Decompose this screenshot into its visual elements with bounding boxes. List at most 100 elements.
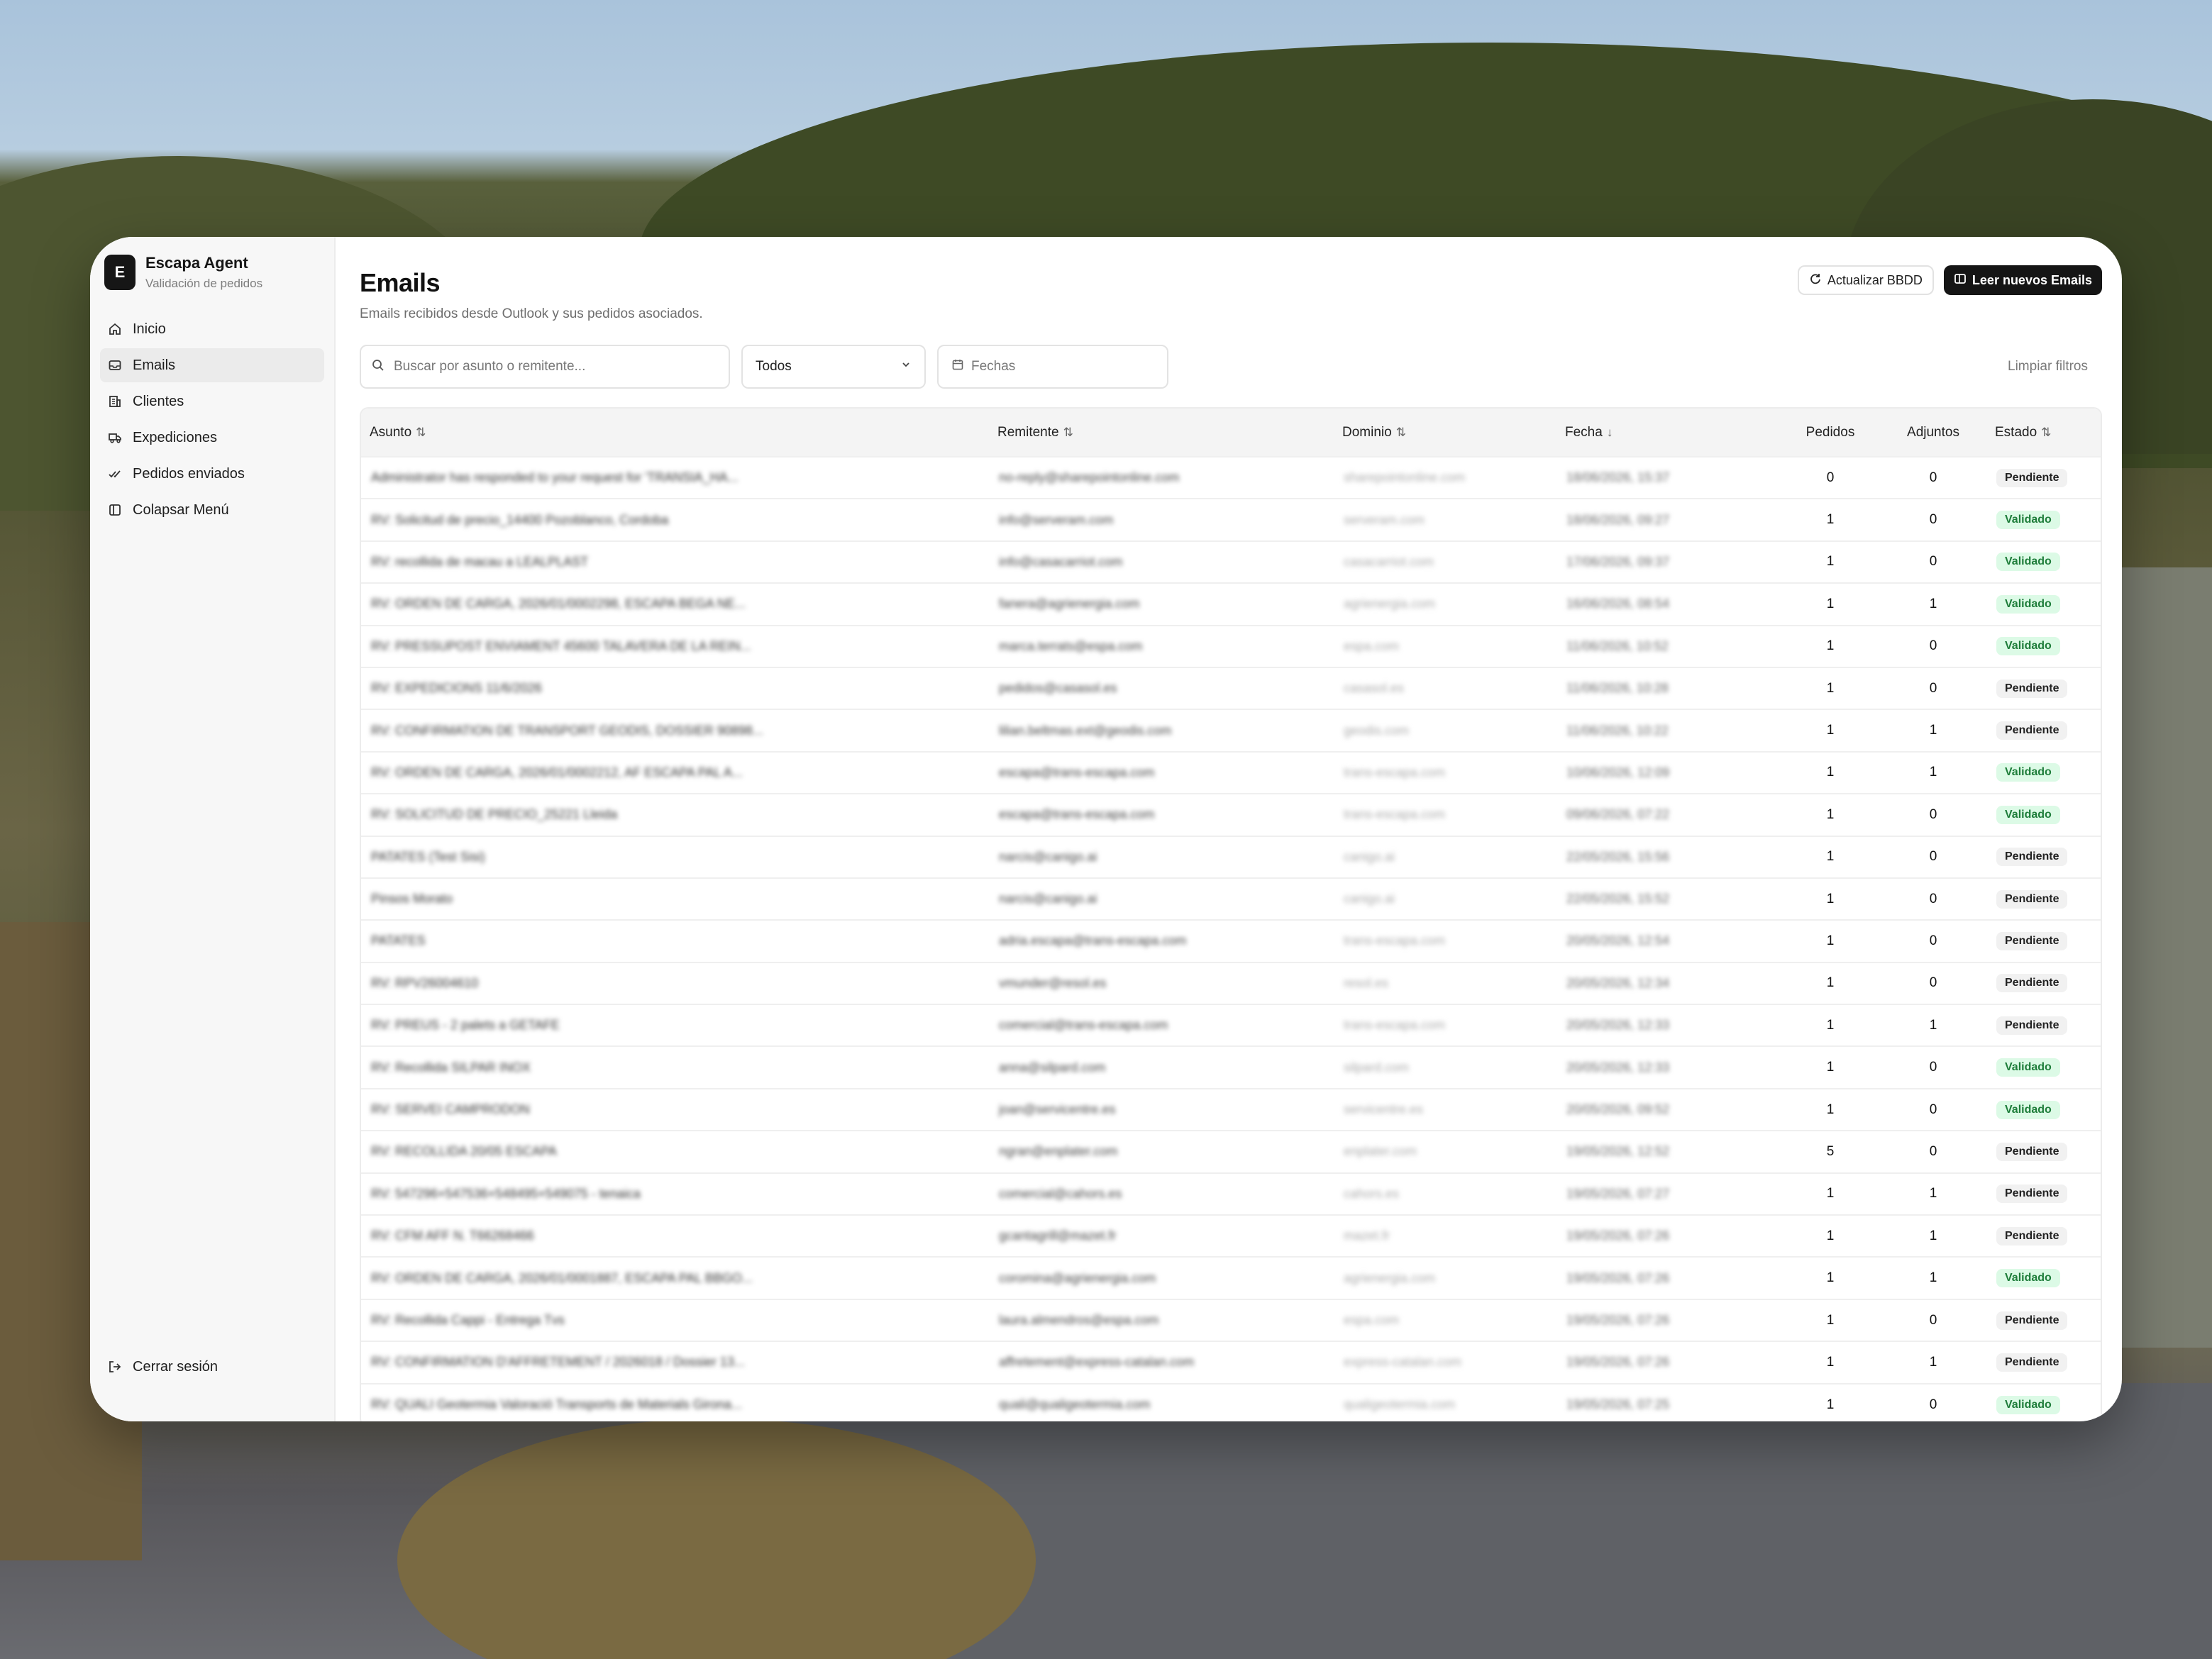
table-row[interactable]: RV: Recollida SILPAR INOX anna@silpard.co… <box>361 1046 2101 1088</box>
cell-asunto: Pinsos Morato <box>371 892 453 906</box>
table-row[interactable]: RV: Solicitud de precio_14400 Pozoblanco… <box>361 499 2101 540</box>
cell-dominio: express-catalan.com <box>1344 1355 1462 1370</box>
table-row[interactable]: Pinsos Morato narcis@canigo.ai canigo.ai 22… <box>361 877 2101 920</box>
read-new-emails-button[interactable]: Leer nuevos Emails <box>1943 265 2102 295</box>
refresh-db-button[interactable]: Actualizar BBDD <box>1797 265 1934 295</box>
cell-fecha: 19/05/2026, 07:26 <box>1566 1228 1670 1243</box>
sidebar-item-emails[interactable]: Emails <box>100 348 324 382</box>
cell-dominio: casacarriot.com <box>1344 554 1434 569</box>
table-row[interactable]: PATATES adria.escapa@trans-escapa.com tran… <box>361 920 2101 962</box>
date-range-placeholder: Fechas <box>971 359 1016 374</box>
column-header-asunto[interactable]: Asunto ⇅ <box>361 409 989 457</box>
cell-remitente: vmunder@resol.es <box>999 975 1107 990</box>
cell-estado: Validado <box>1986 1257 2101 1299</box>
cell-remitente: info@casacarriot.com <box>999 554 1123 569</box>
status-badge: Pendiente <box>1996 679 2068 698</box>
cell-fecha: 22/05/2026, 15:56 <box>1566 849 1670 864</box>
sidebar-item-inicio[interactable]: Inicio <box>100 312 324 346</box>
column-header-remitente[interactable]: Remitente ⇅ <box>989 409 1334 457</box>
table-row[interactable]: RV: Recollida Cappi - Entrega Tvs laura.a… <box>361 1299 2101 1341</box>
cell-dominio: trans-escapa.com <box>1344 933 1446 948</box>
table-row[interactable]: PATATES (Test Sisi) narcis@canigo.ai canig… <box>361 836 2101 878</box>
column-header-dominio[interactable]: Dominio ⇅ <box>1334 409 1556 457</box>
sidebar-item-pedidos-enviados[interactable]: Pedidos enviados <box>100 457 324 491</box>
cell-fecha: 18/06/2026, 09:27 <box>1566 512 1670 527</box>
table-row[interactable]: RV: 547296+547536+548495+549075 - tenaic… <box>361 1172 2101 1215</box>
table-row[interactable]: RV: QUALI Geotermia Valoració Transports… <box>361 1383 2101 1421</box>
table-row[interactable]: RV: recollida de macau a LEALPLAST info@c… <box>361 540 2101 583</box>
cell-asunto: RV: Recollida Cappi - Entrega Tvs <box>371 1313 565 1327</box>
status-badge: Validado <box>1996 637 2060 656</box>
cell-fecha: 19/05/2026, 07:25 <box>1566 1397 1670 1412</box>
cell-dominio: espa.com <box>1344 1313 1400 1327</box>
table-row[interactable]: RV: CONFIRMATION DE TRANSPORT GEODIS, DO… <box>361 709 2101 751</box>
cell-pedidos: 1 <box>1826 1102 1835 1117</box>
cell-dominio: agrienergia.com <box>1344 1270 1436 1285</box>
cell-fecha: 19/05/2026, 12:52 <box>1566 1144 1670 1159</box>
cell-estado: Validado <box>1986 626 2101 667</box>
status-badge: Validado <box>1996 805 2060 824</box>
cell-fecha: 19/05/2026, 07:26 <box>1566 1313 1670 1327</box>
cell-estado: Pendiente <box>1986 1215 2101 1257</box>
cell-remitente: affretement@express-catalan.com <box>999 1355 1195 1370</box>
column-header-estado[interactable]: Estado ⇅ <box>1986 409 2101 457</box>
sort-icon: ⇅ <box>1395 425 1406 439</box>
cell-adjuntos: 1 <box>1929 1228 1937 1243</box>
cell-adjuntos: 1 <box>1929 765 1937 780</box>
cell-pedidos: 1 <box>1826 596 1835 611</box>
sidebar-item-clientes[interactable]: Clientes <box>100 384 324 418</box>
sidebar-item-colapsar-menu[interactable]: Colapsar Menú <box>100 493 324 527</box>
table-row[interactable]: RV: CONFIRMATION D'AFFRETEMENT / 2026018… <box>361 1341 2101 1383</box>
table-row[interactable]: RV: ORDEN DE CARGA, 2026/01/0002298, ESC… <box>361 583 2101 625</box>
cell-estado: Validado <box>1986 794 2101 836</box>
cell-fecha: 20/05/2026, 12:33 <box>1566 1018 1670 1033</box>
brand: E Escapa Agent Validación de pedidos <box>100 254 324 291</box>
cell-fecha: 18/06/2026, 15:37 <box>1566 470 1670 485</box>
cell-fecha: 19/05/2026, 07:27 <box>1566 1186 1670 1201</box>
status-select[interactable]: Todos <box>741 345 926 389</box>
search-input[interactable] <box>394 359 719 374</box>
sidebar-item-label: Pedidos enviados <box>133 465 245 482</box>
table-row[interactable]: RV: SERVEI CAMPRODON joan@servicentre.es s… <box>361 1088 2101 1131</box>
table-row[interactable]: RV: SOLICITUD DE PRECIO_25221 Lleida esca… <box>361 794 2101 836</box>
truck-icon <box>107 430 123 445</box>
status-badge: Validado <box>1996 1100 2060 1119</box>
table-row[interactable]: RV: ORDEN DE CARGA, 2026/01/0001887, ESC… <box>361 1257 2101 1299</box>
status-select-value: Todos <box>756 359 792 374</box>
cell-estado: Validado <box>1986 1089 2101 1131</box>
sidebar-item-expediciones[interactable]: Expediciones <box>100 421 324 455</box>
cell-adjuntos: 1 <box>1929 1270 1937 1286</box>
cell-remitente: gcantagrill@mazet.fr <box>999 1228 1117 1243</box>
sidebar: E Escapa Agent Validación de pedidos Ini… <box>90 237 336 1421</box>
table-row[interactable]: RV: CFM AFF N. T66268466 gcantagrill@maze… <box>361 1215 2101 1257</box>
status-badge: Pendiente <box>1996 721 2068 740</box>
table-row[interactable]: RV: RECOLLIDA 20/05 ESCAPA ngran@enplater… <box>361 1131 2101 1172</box>
table-row[interactable]: RV: RPV26004610 vmunder@resol.es resol.es 2… <box>361 962 2101 1004</box>
clear-filters-link[interactable]: Limpiar filtros <box>2008 359 2088 374</box>
cell-asunto: RV: CONFIRMATION D'AFFRETEMENT / 2026018… <box>371 1355 745 1370</box>
cell-pedidos: 5 <box>1826 1143 1835 1159</box>
table-row[interactable]: Administrator has responded to your requ… <box>361 457 2101 499</box>
sort-icon: ⇅ <box>1063 425 1073 439</box>
cell-adjuntos: 0 <box>1929 806 1937 822</box>
cell-pedidos: 1 <box>1826 1354 1835 1370</box>
table-row[interactable]: RV: PRESSUPOST ENVIAMENT 45600 TALAVERA … <box>361 625 2101 667</box>
cell-estado: Validado <box>1986 1384 2101 1421</box>
cell-dominio: resol.es <box>1344 975 1389 990</box>
date-range-picker[interactable]: Fechas <box>937 345 1168 389</box>
cell-adjuntos: 1 <box>1929 723 1937 738</box>
table-row[interactable]: RV: ORDEN DE CARGA, 2026/01/0002212, AF … <box>361 751 2101 794</box>
cell-pedidos: 1 <box>1826 806 1835 822</box>
cell-adjuntos: 0 <box>1929 1397 1937 1412</box>
building-icon <box>107 394 123 409</box>
cell-dominio: espa.com <box>1344 638 1400 653</box>
logout-button[interactable]: Cerrar sesión <box>100 1350 324 1384</box>
status-badge: Pendiente <box>1996 931 2068 950</box>
cell-adjuntos: 0 <box>1929 933 1937 948</box>
cell-estado: Pendiente <box>1986 1131 2101 1172</box>
status-badge: Pendiente <box>1996 889 2068 909</box>
cell-adjuntos: 0 <box>1929 891 1937 906</box>
table-row[interactable]: RV: EXPEDICIONS 11/6/2026 pedidos@casasol… <box>361 667 2101 709</box>
table-row[interactable]: RV: PREUS - 2 palets a GETAFE comercial@t… <box>361 1004 2101 1046</box>
column-header-fecha[interactable]: Fecha ↓ <box>1556 409 1781 457</box>
